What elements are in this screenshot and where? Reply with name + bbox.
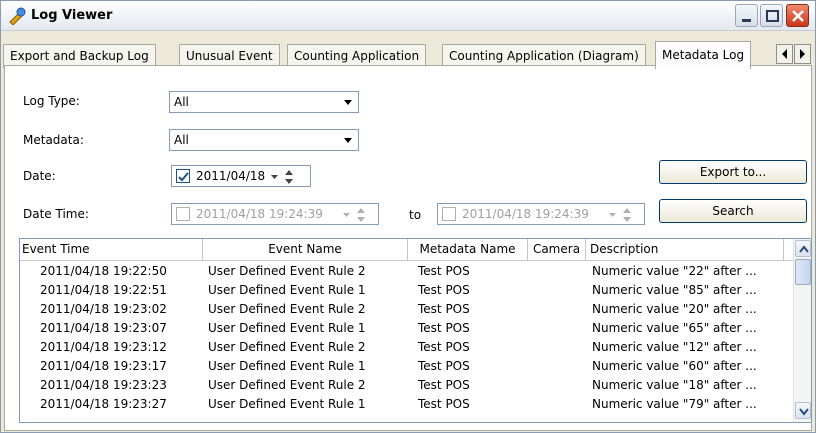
chevron-down-icon[interactable]	[339, 93, 357, 111]
table-row[interactable]: 2011/04/18 19:22:50 User Defined Event Ru…	[20, 263, 793, 280]
cell-event-time: 2011/04/18 19:22:50	[40, 264, 167, 278]
column-metadata-name[interactable]: Metadata Name	[408, 239, 528, 261]
date-time-to-checkbox[interactable]	[442, 207, 456, 221]
cell-metadata-name: Test POS	[418, 302, 470, 316]
cell-event-time: 2011/04/18 19:23:27	[40, 397, 167, 411]
check-icon	[178, 172, 189, 182]
log-type-label: Log Type:	[23, 94, 80, 108]
cell-metadata-name: Test POS	[418, 264, 470, 278]
maximize-button[interactable]	[760, 4, 783, 27]
column-description[interactable]: Description	[586, 239, 784, 261]
title-bar[interactable]: Log Viewer	[1, 1, 815, 31]
cell-event-name: User Defined Event Rule 2	[208, 378, 366, 392]
tab-scroll-left-button[interactable]	[776, 44, 793, 64]
cell-description: Numeric value "12" after ...	[592, 340, 757, 354]
table-row[interactable]: 2011/04/18 19:23:23 User Defined Event Ru…	[20, 377, 793, 394]
cell-event-time: 2011/04/18 19:23:17	[40, 359, 167, 373]
log-viewer-window: Log Viewer Export and Backup Log Unusual…	[0, 0, 816, 433]
date-time-from-picker[interactable]: 2011/04/18 19:24:39	[171, 203, 379, 225]
to-label: to	[409, 208, 422, 222]
date-value: 2011/04/18	[196, 169, 266, 183]
window-title: Log Viewer	[31, 8, 113, 23]
search-button[interactable]: Search	[659, 199, 807, 223]
minimize-button[interactable]	[735, 4, 758, 27]
date-time-from-value: 2011/04/18 19:24:39	[196, 207, 323, 221]
cell-description: Numeric value "18" after ...	[592, 378, 757, 392]
cell-description: Numeric value "65" after ...	[592, 321, 757, 335]
scroll-thumb[interactable]	[795, 259, 811, 285]
cell-event-name: User Defined Event Rule 1	[208, 321, 366, 335]
date-label: Date:	[23, 169, 56, 183]
date-time-label: Date Time:	[23, 207, 89, 221]
cell-metadata-name: Test POS	[418, 340, 470, 354]
column-event-name[interactable]: Event Name	[203, 239, 408, 261]
scroll-down-button[interactable]	[795, 402, 811, 419]
scroll-arrow-icon	[799, 408, 809, 416]
cell-event-time: 2011/04/18 19:23:07	[40, 321, 167, 335]
table-row[interactable]: 2011/04/18 19:23:17 User Defined Event Ru…	[20, 358, 793, 375]
date-time-to-value: 2011/04/18 19:24:39	[462, 207, 589, 221]
cell-description: Numeric value "79" after ...	[592, 397, 757, 411]
cell-description: Numeric value "85" after ...	[592, 283, 757, 297]
chevron-down-icon[interactable]	[270, 171, 280, 185]
column-camera[interactable]: Camera	[528, 239, 586, 261]
spinner-icon[interactable]	[622, 207, 632, 226]
column-event-time[interactable]: Event Time	[20, 239, 203, 261]
table-row[interactable]: 2011/04/18 19:23:12 User Defined Event Ru…	[20, 339, 793, 356]
cell-metadata-name: Test POS	[418, 321, 470, 335]
metadata-select[interactable]: All	[169, 129, 359, 151]
table-row[interactable]: 2011/04/18 19:23:02 User Defined Event Ru…	[20, 301, 793, 318]
chevron-down-icon[interactable]	[608, 209, 618, 223]
tab-scroll-right-button[interactable]	[794, 44, 811, 64]
date-time-to-picker[interactable]: 2011/04/18 19:24:39	[437, 203, 645, 225]
cell-event-time: 2011/04/18 19:23:12	[40, 340, 167, 354]
cell-description: Numeric value "22" after ...	[592, 264, 757, 278]
cell-metadata-name: Test POS	[418, 359, 470, 373]
cell-event-time: 2011/04/18 19:22:51	[40, 283, 167, 297]
vertical-scrollbar[interactable]	[793, 239, 811, 422]
cell-event-name: User Defined Event Rule 2	[208, 264, 366, 278]
chevron-down-icon[interactable]	[342, 209, 352, 223]
metadata-value: All	[174, 133, 189, 147]
metadata-label: Metadata:	[23, 133, 84, 147]
cell-metadata-name: Test POS	[418, 283, 470, 297]
cell-event-time: 2011/04/18 19:23:23	[40, 378, 167, 392]
scroll-arrow-icon	[799, 245, 809, 253]
tab-metadata-log[interactable]: Metadata Log	[655, 41, 752, 69]
date-time-from-checkbox[interactable]	[176, 207, 190, 221]
scroll-up-button[interactable]	[795, 240, 811, 257]
close-button[interactable]	[786, 4, 809, 27]
log-type-value: All	[174, 95, 189, 109]
cell-metadata-name: Test POS	[418, 397, 470, 411]
table-header: Event Time Event Name Metadata Name Came…	[20, 239, 793, 261]
date-picker[interactable]: 2011/04/18	[171, 165, 311, 187]
spinner-icon[interactable]	[356, 207, 366, 226]
log-viewer-icon	[7, 7, 27, 26]
cell-event-name: User Defined Event Rule 1	[208, 397, 366, 411]
cell-description: Numeric value "60" after ...	[592, 359, 757, 373]
cell-event-name: User Defined Event Rule 1	[208, 283, 366, 297]
cell-event-name: User Defined Event Rule 1	[208, 359, 366, 373]
log-type-select[interactable]: All	[169, 91, 359, 113]
export-to-button[interactable]: Export to...	[659, 160, 807, 184]
date-checkbox[interactable]	[176, 169, 190, 183]
table-row[interactable]: 2011/04/18 19:23:07 User Defined Event Ru…	[20, 320, 793, 337]
arrow-right-icon	[800, 49, 805, 59]
table-row[interactable]: 2011/04/18 19:23:27 User Defined Event Ru…	[20, 396, 793, 413]
tab-strip: Export and Backup Log Unusual Event Coun…	[1, 34, 815, 69]
event-table: Event Time Event Name Metadata Name Came…	[19, 238, 812, 423]
cell-event-name: User Defined Event Rule 2	[208, 302, 366, 316]
cell-event-name: User Defined Event Rule 2	[208, 340, 366, 354]
cell-description: Numeric value "20" after ...	[592, 302, 757, 316]
arrow-left-icon	[782, 49, 787, 59]
cell-metadata-name: Test POS	[418, 378, 470, 392]
table-row[interactable]: 2011/04/18 19:22:51 User Defined Event Ru…	[20, 282, 793, 299]
chevron-down-icon[interactable]	[339, 131, 357, 149]
cell-event-time: 2011/04/18 19:23:02	[40, 302, 167, 316]
spinner-icon[interactable]	[284, 169, 294, 188]
